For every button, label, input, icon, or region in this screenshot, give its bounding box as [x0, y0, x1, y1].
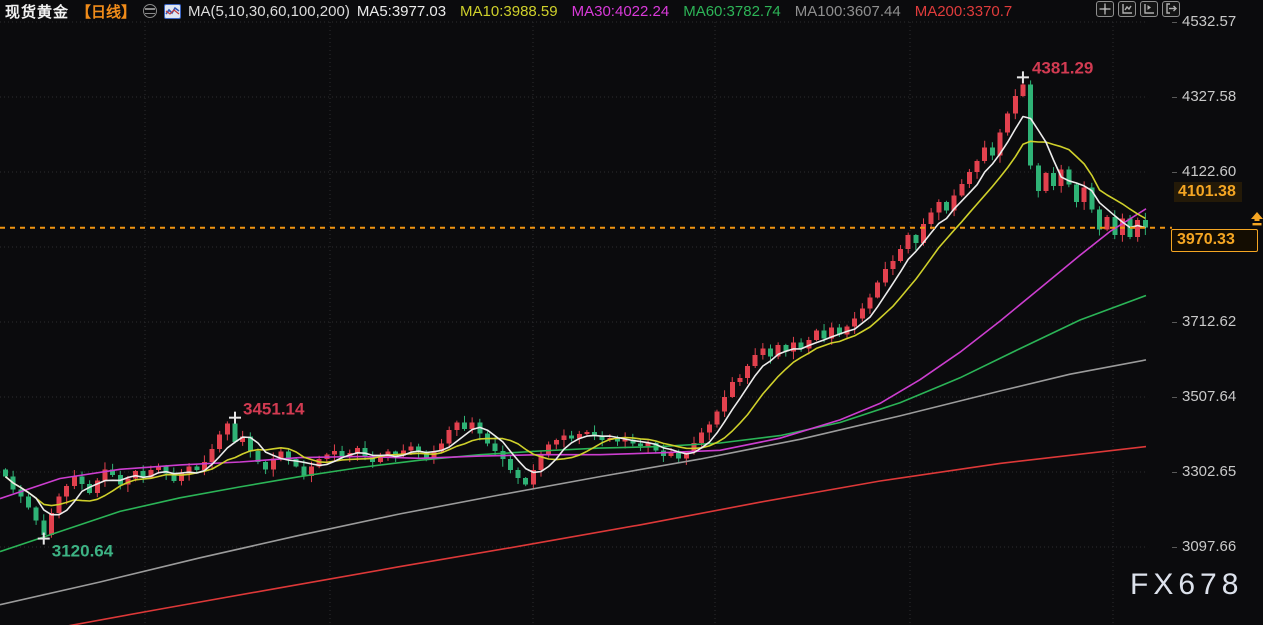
- price-axis-label: 4122.60: [1182, 163, 1236, 180]
- axis-tick-mark: [1172, 22, 1177, 23]
- price-axis-label: 3302.65: [1182, 463, 1236, 480]
- indicator-panel-icon[interactable]: [1140, 1, 1158, 17]
- axis-tick-mark: [1172, 322, 1177, 323]
- axis-tick-mark: [1172, 547, 1177, 548]
- chart-header: 现货黄金 【日线】 MA(5,10,30,60,100,200) MA5:397…: [0, 0, 1263, 22]
- crosshair-tool-icon[interactable]: [1096, 1, 1114, 17]
- trading-chart-window: 3120.64 3451.14 4381.29 现货黄金 【日线】 MA(5,10,…: [0, 0, 1263, 625]
- indicator-settings-icon[interactable]: [143, 4, 157, 18]
- price-axis[interactable]: 4532.574327.584122.603712.623507.643302.…: [1150, 0, 1263, 625]
- candlestick-chart[interactable]: 3120.64 3451.14 4381.29: [0, 0, 1263, 625]
- ma-legend: MA5:3977.03 MA10:3988.59 MA30:4022.24 MA60:…: [357, 3, 1012, 20]
- price-marker-label: 4381.29: [1032, 58, 1093, 77]
- chart-toolbar: [1096, 1, 1180, 17]
- price-axis-label: 3507.64: [1182, 388, 1236, 405]
- price-marker-label: 3451.14: [243, 400, 305, 419]
- symbol-name: 现货黄金: [5, 1, 69, 22]
- ma-group-label[interactable]: MA(5,10,30,60,100,200): [188, 3, 350, 20]
- mini-chart-icon[interactable]: [164, 4, 181, 19]
- axis-tick-mark: [1172, 97, 1177, 98]
- alert-price-badge: 4101.38: [1174, 182, 1242, 202]
- price-axis-label: 3097.66: [1182, 538, 1236, 555]
- watermark-logo: FX678: [1130, 568, 1243, 602]
- axis-tick-mark: [1172, 397, 1177, 398]
- price-alert-arrow-icon[interactable]: [1249, 212, 1263, 227]
- axis-tick-mark: [1172, 172, 1177, 173]
- axis-tick-mark: [1172, 472, 1177, 473]
- pop-out-icon[interactable]: [1162, 1, 1180, 17]
- ma-legend-item: MA60:3782.74: [683, 3, 781, 20]
- price-axis-label: 3712.62: [1182, 313, 1236, 330]
- ma-legend-item: MA200:3370.7: [915, 3, 1013, 20]
- ma-legend-item: MA30:4022.24: [572, 3, 670, 20]
- ma-legend-item: MA10:3988.59: [460, 3, 558, 20]
- current-price-badge: 3970.33: [1171, 229, 1258, 252]
- ma-legend-item: MA5:3977.03: [357, 3, 446, 20]
- ma-legend-item: MA100:3607.44: [795, 3, 901, 20]
- price-marker-label: 3120.64: [52, 542, 114, 561]
- chart-axes-icon[interactable]: [1118, 1, 1136, 17]
- timeframe-label[interactable]: 【日线】: [76, 1, 136, 22]
- price-axis-label: 4327.58: [1182, 88, 1236, 105]
